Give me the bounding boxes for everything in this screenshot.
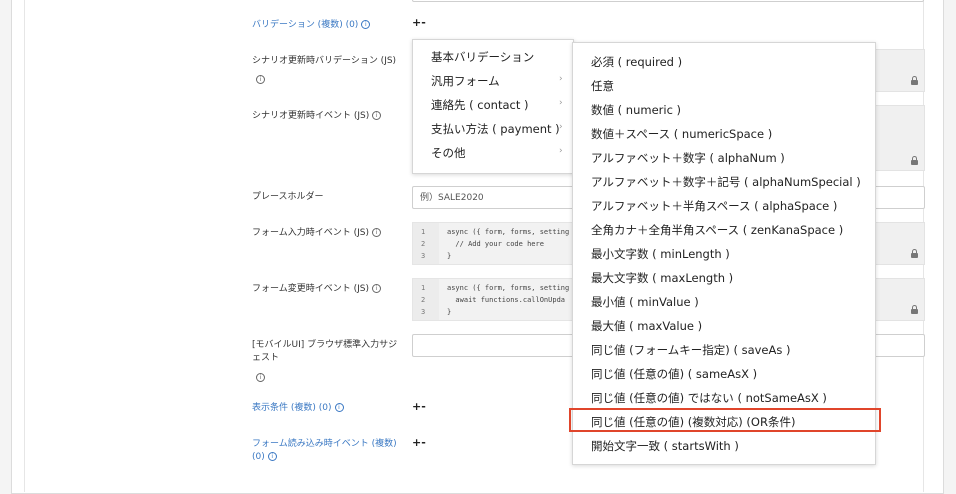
validation-label[interactable]: バリデーション (複数) (0) i <box>252 18 371 32</box>
scenario-validation-editor[interactable] <box>874 49 925 92</box>
validation-category-menu: 基本バリデーション 汎用フォーム › 連絡先 ( contact ) › 支払い… <box>412 39 574 174</box>
change-event-label: フォーム変更時イベント (JS) i <box>252 282 381 296</box>
chevron-right-icon: › <box>559 122 563 132</box>
info-icon: i <box>371 228 381 237</box>
line-gutter <box>413 223 439 264</box>
line-number: 1 <box>421 284 426 292</box>
chevron-right-icon: › <box>559 98 563 108</box>
lock-icon <box>911 156 918 165</box>
lock-icon <box>911 76 918 85</box>
validation-add-remove[interactable]: +- <box>412 16 426 29</box>
menu-item-contact[interactable]: 連絡先 ( contact ) <box>431 97 528 113</box>
code-line: // Add your code here <box>447 240 544 248</box>
load-event-label[interactable]: フォーム読み込み時イベント (複数) <box>252 437 397 451</box>
lock-icon <box>911 305 918 314</box>
line-number: 2 <box>421 296 426 304</box>
placeholder-label: プレースホルダー <box>252 192 324 202</box>
input-event-code-editor[interactable]: 1 2 3 async ({ form, forms, setting // A… <box>412 222 574 265</box>
menu-item-basic-validation[interactable]: 基本バリデーション <box>431 49 534 65</box>
info-icon: i <box>256 373 265 382</box>
menu-item-numeric-space[interactable]: 数値＋スペース ( numericSpace ) <box>591 126 772 142</box>
menu-item-max-length[interactable]: 最大文字数 ( maxLength ) <box>591 270 733 286</box>
menu-item-alpha-space[interactable]: アルファベット＋半角スペース ( alphaSpace ) <box>591 198 837 214</box>
line-gutter <box>413 279 439 320</box>
menu-item-save-as[interactable]: 同じ値 (フォームキー指定) ( saveAs ) <box>591 342 791 358</box>
info-icon: i <box>334 403 344 412</box>
menu-item-zen-kana-space[interactable]: 全角カナ＋全角半角スペース ( zenKanaSpace ) <box>591 222 843 238</box>
menu-item-min-value[interactable]: 最小値 ( minValue ) <box>591 294 699 310</box>
menu-item-required[interactable]: 必須 ( required ) <box>591 54 682 70</box>
menu-item-other[interactable]: その他 <box>431 145 466 161</box>
placeholder-value: 例）SALE2020 <box>420 193 484 203</box>
code-line: } <box>447 308 452 316</box>
input-event-label: フォーム入力時イベント (JS) i <box>252 226 381 240</box>
lock-icon <box>911 249 918 258</box>
highlight-box <box>569 408 881 432</box>
menu-item-alpha-num[interactable]: アルファベット＋数字 ( alphaNum ) <box>591 150 785 166</box>
menu-item-optional[interactable]: 任意 <box>591 78 614 94</box>
menu-item-not-same-as-x[interactable]: 同じ値 (任意の値) ではない ( notSameAsX ) <box>591 390 827 406</box>
code-line: async ({ form, forms, setting <box>447 284 570 292</box>
display-condition-add-remove[interactable]: +- <box>412 400 426 413</box>
menu-item-general-form[interactable]: 汎用フォーム <box>431 73 500 89</box>
menu-item-same-as-x[interactable]: 同じ値 (任意の値) ( sameAsX ) <box>591 366 757 382</box>
chevron-right-icon: › <box>559 74 563 84</box>
scenario-event-label: シナリオ更新時イベント (JS) i <box>252 109 382 123</box>
info-icon: i <box>371 284 381 293</box>
menu-item-max-value[interactable]: 最大値 ( maxValue ) <box>591 318 702 334</box>
menu-item-alpha-num-special[interactable]: アルファベット＋数字＋記号 ( alphaNumSpecial ) <box>591 174 861 190</box>
top-field[interactable] <box>412 0 924 2</box>
info-icon: i <box>372 111 382 120</box>
menu-item-min-length[interactable]: 最小文字数 ( minLength ) <box>591 246 730 262</box>
line-number: 2 <box>421 240 426 248</box>
info-icon: i <box>267 452 277 461</box>
mobile-suggest-label-line2: ェスト <box>252 353 280 363</box>
load-event-add-remove[interactable]: +- <box>412 436 426 449</box>
menu-item-numeric[interactable]: 数値 ( numeric ) <box>591 102 681 118</box>
code-line: await functions.callOnUpda <box>447 296 566 304</box>
menu-item-starts-with[interactable]: 開始文字一致 ( startsWith ) <box>591 438 739 454</box>
code-line: } <box>447 252 452 260</box>
line-number: 1 <box>421 228 426 236</box>
change-event-code-editor[interactable]: 1 2 3 async ({ form, forms, setting awai… <box>412 278 574 321</box>
display-condition-label[interactable]: 表示条件 (複数) (0) i <box>252 401 344 415</box>
scenario-validation-label: シナリオ更新時バリデーション (JS) <box>252 56 397 66</box>
code-line: async ({ form, forms, setting <box>447 228 570 236</box>
input-event-editor-right[interactable] <box>874 222 925 265</box>
mobile-suggest-label-line1: [モバイルUI] ブラウザ標準入力サジ <box>252 340 398 350</box>
line-number: 3 <box>421 252 426 260</box>
info-icon: i <box>256 75 265 84</box>
load-event-count[interactable]: (0) i <box>252 450 277 464</box>
menu-item-payment[interactable]: 支払い方法 ( payment ) <box>431 121 560 137</box>
line-number: 3 <box>421 308 426 316</box>
basic-validation-submenu: 必須 ( required ) 任意 数値 ( numeric ) 数値＋スペー… <box>572 42 876 465</box>
chevron-right-icon: › <box>559 146 563 156</box>
info-icon: i <box>361 20 371 29</box>
change-event-editor-right[interactable] <box>874 278 925 321</box>
